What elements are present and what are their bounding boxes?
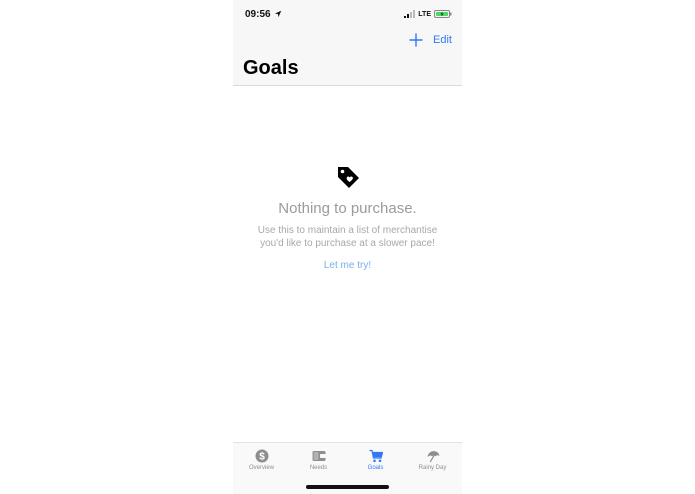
- cart-icon: [369, 449, 383, 463]
- status-indicators: LTE: [404, 9, 452, 19]
- battery-charging-icon: [434, 10, 452, 18]
- tab-rainy-day[interactable]: Rainy Day: [404, 443, 461, 475]
- tab-needs[interactable]: Needs: [290, 443, 347, 475]
- signal-icon: [404, 10, 416, 18]
- tab-label: Overview: [248, 465, 274, 471]
- svg-text:$: $: [259, 452, 265, 463]
- edit-button[interactable]: Edit: [433, 34, 452, 46]
- dollar-circle-icon: $: [255, 449, 268, 463]
- home-indicator[interactable]: [306, 485, 389, 489]
- tag-heart-icon: [337, 167, 359, 188]
- umbrella-icon: [427, 451, 439, 463]
- status-bar: 09:56 LTE: [233, 0, 462, 28]
- page-title: Goals: [243, 57, 299, 79]
- empty-state-title: Nothing to purchase.: [278, 200, 417, 217]
- status-time: 09:56: [245, 9, 271, 20]
- add-icon[interactable]: [409, 33, 423, 47]
- wallet-icon: [312, 451, 325, 461]
- tab-label: Rainy Day: [418, 465, 447, 471]
- location-arrow-icon: [274, 10, 282, 18]
- tab-overview[interactable]: $ Overview: [233, 443, 290, 475]
- network-label: LTE: [418, 10, 431, 18]
- phone-screen: 09:56 LTE Edit Goals Nothing to purchase…: [233, 0, 462, 494]
- navigation-bar: Edit Goals: [233, 28, 462, 86]
- tab-goals[interactable]: Goals: [347, 443, 404, 475]
- tab-label: Needs: [309, 465, 328, 471]
- tab-label: Goals: [367, 465, 384, 471]
- empty-state: Nothing to purchase. Use this to maintai…: [233, 164, 462, 273]
- empty-state-description: Use this to maintain a list of merchanti…: [257, 225, 438, 249]
- let-me-try-link[interactable]: Let me try!: [324, 260, 371, 271]
